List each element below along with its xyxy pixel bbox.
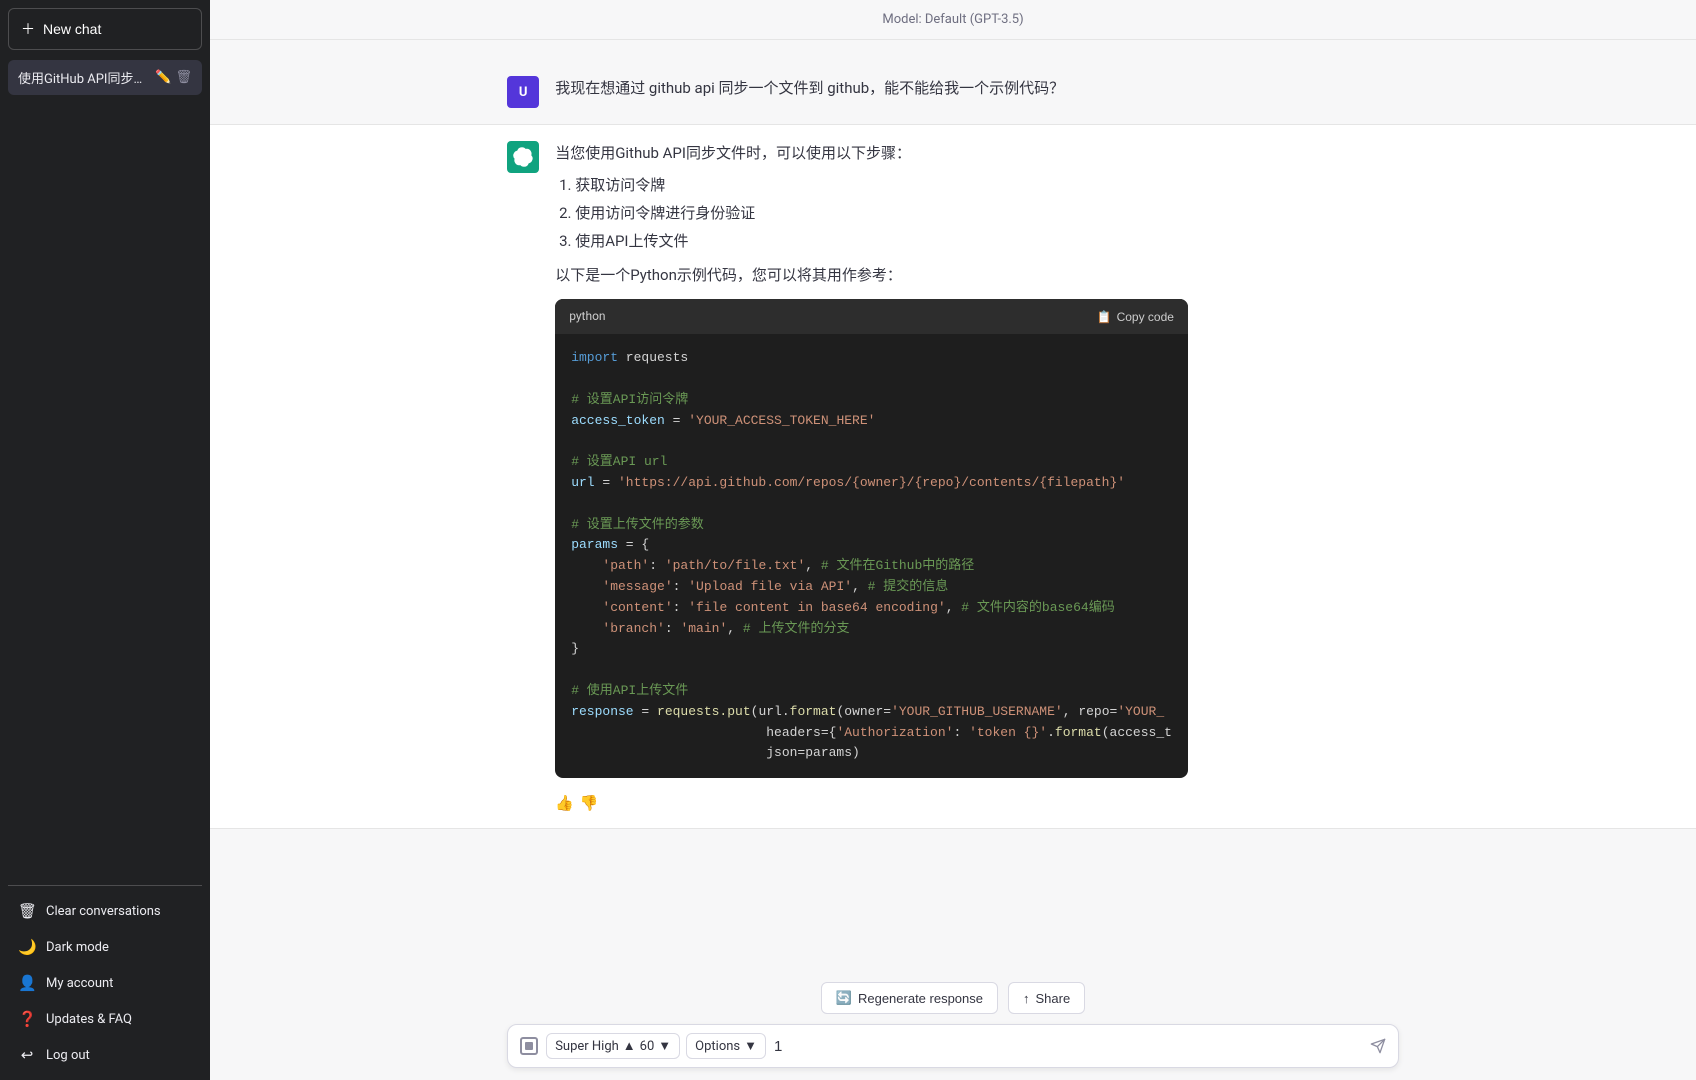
user-avatar: U (507, 76, 539, 108)
sidebar: ＋ New chat 使用GitHub API同步文... ✏️ 🗑 🗑 Cle… (0, 0, 210, 1080)
chat-item[interactable]: 使用GitHub API同步文... ✏️ 🗑 (8, 60, 202, 95)
quality-num: 60 (640, 1039, 655, 1054)
copy-label: Copy code (1117, 310, 1174, 324)
code-lang: python (569, 307, 605, 326)
chat-area: U 我现在想通过 github api 同步一个文件到 github，能不能给我… (210, 40, 1696, 1080)
share-label: Share (1036, 991, 1071, 1006)
copy-code-button[interactable]: 📋 Copy code (1097, 310, 1174, 324)
thumbs-up-button[interactable]: 👍 (555, 794, 574, 812)
assistant-steps: 获取访问令牌 使用访问令牌进行身份验证 使用API上传文件 (555, 173, 1188, 253)
sidebar-bottom: 🗑 Clear conversations 🌙 Dark mode 👤 My a… (8, 885, 202, 1072)
quality-selector[interactable]: Super High ▲ 60 ▼ (546, 1033, 680, 1059)
assistant-message-wrapper: 当您使用Github API同步文件时，可以使用以下步骤： 获取访问令牌 使用访… (555, 141, 1188, 812)
model-label: Model: Default (GPT-3.5) (210, 0, 1696, 40)
account-label: My account (46, 976, 113, 991)
code-body: import requests # 设置API访问令牌 access_token… (555, 334, 1188, 778)
gpt-avatar (507, 141, 539, 173)
code-intro: 以下是一个Python示例代码，您可以将其用作参考： (555, 263, 1188, 287)
step-2: 使用访问令牌进行身份验证 (575, 201, 1188, 225)
step-3: 使用API上传文件 (575, 229, 1188, 253)
chevron-up-icon: ▲ (623, 1038, 636, 1054)
chat-item-icons: ✏️ 🗑 (155, 70, 192, 85)
trash-icon: 🗑 (18, 902, 36, 920)
delete-icon[interactable]: 🗑 (175, 70, 192, 85)
copy-icon: 📋 (1097, 310, 1112, 324)
thumb-row: 👍 👎 (555, 794, 1188, 812)
question-icon: ❓ (18, 1010, 36, 1028)
share-icon: ↑ (1023, 991, 1030, 1006)
sidebar-item-updates[interactable]: ❓ Updates & FAQ (8, 1002, 202, 1036)
sidebar-item-logout[interactable]: ↩ Log out (8, 1038, 202, 1072)
chat-list: 使用GitHub API同步文... ✏️ 🗑 (8, 60, 202, 885)
dark-mode-label: Dark mode (46, 940, 109, 955)
chevron-down-icon: ▼ (658, 1038, 671, 1054)
options-button[interactable]: Options ▼ (686, 1033, 766, 1059)
share-button[interactable]: ↑ Share (1008, 982, 1085, 1014)
chat-input[interactable] (774, 1038, 1362, 1055)
options-chevron-icon: ▼ (744, 1038, 757, 1054)
user-icon: 👤 (18, 974, 36, 992)
moon-icon: 🌙 (18, 938, 36, 956)
assistant-message-row: 当您使用Github API同步文件时，可以使用以下步骤： 获取访问令牌 使用访… (210, 124, 1696, 829)
user-message-row: U 我现在想通过 github api 同步一个文件到 github，能不能给我… (210, 60, 1696, 124)
regenerate-icon: 🔄 (836, 990, 852, 1006)
main-panel: Model: Default (GPT-3.5) U 我现在想通过 github… (210, 0, 1696, 1080)
step-1: 获取访问令牌 (575, 173, 1188, 197)
input-controls: Super High ▲ 60 ▼ Options ▼ (546, 1033, 766, 1059)
plus-icon: ＋ (21, 19, 35, 39)
user-message-text: 我现在想通过 github api 同步一个文件到 github，能不能给我一个… (555, 76, 1399, 100)
send-button[interactable] (1370, 1038, 1386, 1054)
logout-label: Log out (46, 1048, 90, 1063)
sidebar-item-account[interactable]: 👤 My account (8, 966, 202, 1000)
logout-icon: ↩ (18, 1046, 36, 1064)
updates-label: Updates & FAQ (46, 1012, 132, 1027)
bottom-bar: 🔄 Regenerate response ↑ Share Super High… (210, 970, 1696, 1080)
code-header: python 📋 Copy code (555, 299, 1188, 334)
action-bar: 🔄 Regenerate response ↑ Share (507, 982, 1399, 1014)
new-chat-button[interactable]: ＋ New chat (8, 8, 202, 50)
code-block: python 📋 Copy code import requests # 设置A… (555, 299, 1188, 778)
regenerate-label: Regenerate response (858, 991, 983, 1006)
edit-icon[interactable]: ✏️ (155, 70, 171, 85)
new-chat-label: New chat (43, 21, 101, 37)
input-row: Super High ▲ 60 ▼ Options ▼ (507, 1024, 1399, 1068)
clear-label: Clear conversations (46, 904, 161, 919)
sidebar-item-clear[interactable]: 🗑 Clear conversations (8, 894, 202, 928)
options-label: Options (695, 1039, 740, 1054)
send-icon (1370, 1038, 1386, 1054)
user-message-content: 我现在想通过 github api 同步一个文件到 github，能不能给我一个… (555, 76, 1399, 108)
sidebar-item-dark-mode[interactable]: 🌙 Dark mode (8, 930, 202, 964)
thumbs-down-button[interactable]: 👎 (580, 794, 599, 812)
assistant-intro: 当您使用Github API同步文件时，可以使用以下步骤： (555, 141, 1188, 165)
chat-item-label: 使用GitHub API同步文... (18, 68, 149, 87)
quality-label: Super High (555, 1039, 619, 1054)
assistant-message-content: 当您使用Github API同步文件时，可以使用以下步骤： 获取访问令牌 使用访… (555, 141, 1188, 790)
regenerate-button[interactable]: 🔄 Regenerate response (821, 982, 998, 1014)
stop-button[interactable] (520, 1037, 538, 1055)
